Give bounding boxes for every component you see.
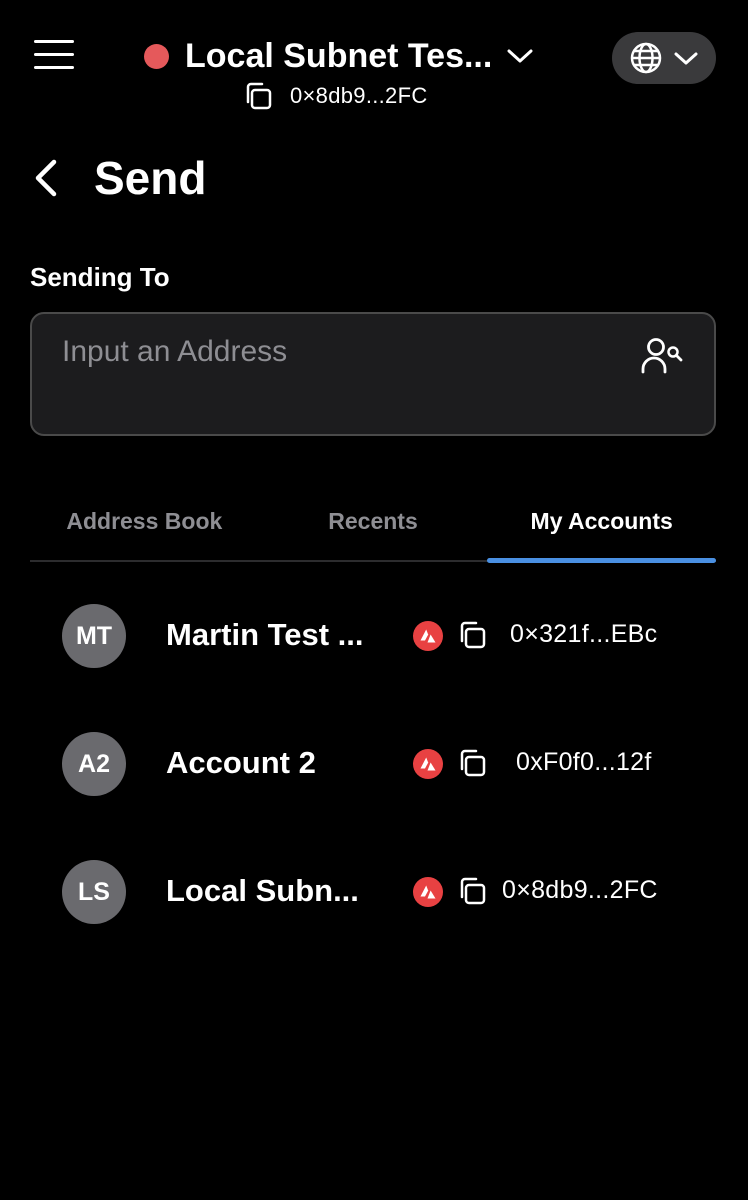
account-name: Martin Test ...	[166, 617, 364, 652]
chevron-down-icon	[507, 49, 533, 63]
recipient-tabs: Address Book Recents My Accounts	[30, 488, 716, 563]
globe-icon	[630, 42, 662, 74]
copy-icon[interactable]	[456, 747, 488, 779]
account-name: Account 2	[166, 745, 316, 780]
menu-icon-line	[34, 40, 74, 43]
address-input-box	[30, 312, 716, 436]
address-input[interactable]	[62, 332, 622, 372]
menu-icon-line	[34, 53, 74, 56]
copy-icon[interactable]	[456, 619, 488, 651]
sending-to-label: Sending To	[30, 262, 170, 292]
copy-icon	[246, 82, 272, 110]
account-list: MT Martin Test ... 0×321f...EBc A2 Accou…	[0, 572, 748, 956]
network-selector[interactable]: Local Subnet Tes...	[144, 34, 534, 78]
network-status-dot	[144, 43, 169, 69]
menu-icon-line	[34, 66, 74, 69]
chevron-left-icon	[35, 159, 57, 197]
tab-address-book[interactable]: Address Book	[30, 488, 259, 560]
network-name: Local Subnet Tes...	[185, 36, 493, 75]
language-selector[interactable]	[612, 32, 716, 84]
copy-active-address[interactable]: 0×8db9...2FC	[242, 80, 428, 112]
avalanche-icon	[413, 621, 443, 651]
chevron-down-icon	[674, 52, 698, 65]
top-bar: Local Subnet Tes... 0×8db9...2FC	[0, 0, 748, 120]
account-row[interactable]: A2 Account 2 0xF0f0...12f	[0, 700, 748, 828]
page-title: Send	[94, 152, 207, 204]
page-header: Send	[30, 150, 206, 206]
account-address: 0×8db9...2FC	[502, 876, 658, 904]
avatar: MT	[62, 604, 126, 668]
avalanche-icon	[413, 877, 443, 907]
account-row[interactable]: MT Martin Test ... 0×321f...EBc	[0, 572, 748, 700]
copy-icon[interactable]	[456, 875, 488, 907]
avalanche-icon	[413, 749, 443, 779]
active-address: 0×8db9...2FC	[290, 83, 428, 108]
menu-button[interactable]	[34, 40, 74, 70]
account-name: Local Subn...	[166, 873, 359, 908]
account-row[interactable]: LS Local Subn... 0×8db9...2FC	[0, 828, 748, 956]
account-address: 0×321f...EBc	[510, 620, 658, 648]
contact-search-icon[interactable]	[640, 336, 686, 376]
account-address: 0xF0f0...12f	[516, 748, 652, 776]
avatar: LS	[62, 860, 126, 924]
tab-my-accounts[interactable]: My Accounts	[487, 488, 716, 563]
back-button[interactable]	[30, 156, 64, 200]
avatar: A2	[62, 732, 126, 796]
tab-recents[interactable]: Recents	[259, 488, 488, 560]
